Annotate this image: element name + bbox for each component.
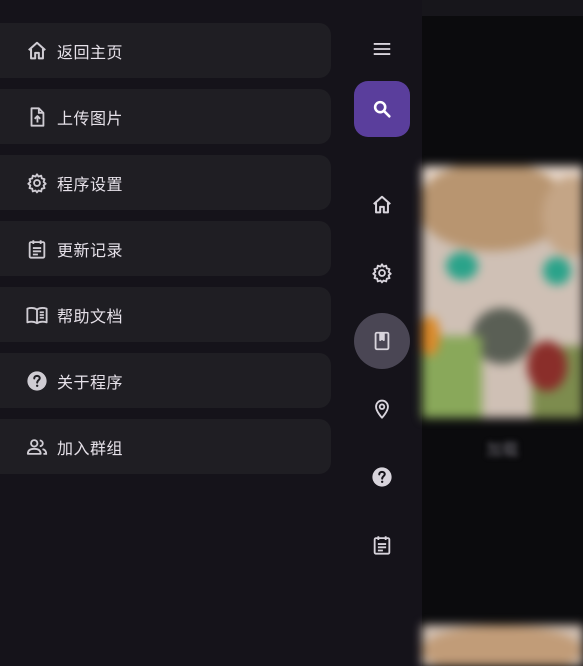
rail-location-button[interactable]	[354, 381, 410, 437]
drawer-item-label: 上传图片	[57, 108, 124, 128]
settings-gear-icon	[25, 171, 49, 195]
navigation-rail	[340, 0, 422, 666]
rail-help-button[interactable]	[354, 449, 410, 505]
calendar-list-icon	[371, 534, 393, 556]
file-upload-icon	[25, 105, 49, 129]
blurred-image-card-2	[422, 625, 583, 666]
content-top-strip	[422, 0, 583, 16]
drawer-item-label: 关于程序	[57, 372, 124, 392]
drawer-item-changelog[interactable]: 更新记录	[0, 221, 331, 276]
drawer-item-label: 加入群组	[57, 438, 124, 458]
bookmark-book-icon	[371, 330, 393, 352]
blurred-content-area: 加载	[422, 0, 583, 666]
calendar-list-icon	[25, 237, 49, 261]
search-button[interactable]	[354, 81, 410, 137]
blurred-image-card	[422, 166, 583, 418]
home-icon	[371, 194, 393, 216]
search-icon	[371, 98, 393, 120]
drawer-item-help-docs[interactable]: 帮助文档	[0, 287, 331, 342]
drawer-item-upload[interactable]: 上传图片	[0, 89, 331, 144]
drawer-item-join-group[interactable]: 加入群组	[0, 419, 331, 474]
drawer-item-label: 更新记录	[57, 240, 124, 260]
book-open-icon	[25, 303, 49, 327]
home-outline-icon	[25, 39, 49, 63]
rail-changelog-button[interactable]	[354, 517, 410, 573]
drawer-item-settings[interactable]: 程序设置	[0, 155, 331, 210]
rail-settings-button[interactable]	[354, 245, 410, 301]
menu-icon	[371, 38, 393, 60]
drawer-item-about[interactable]: 关于程序	[0, 353, 331, 408]
navigation-drawer: 返回主页 上传图片 程序设置 更新记录 帮助文档 关于程序 加入群组	[0, 0, 340, 666]
drawer-item-label: 返回主页	[57, 42, 124, 62]
help-circle-icon	[371, 466, 393, 488]
rail-docs-button[interactable]	[354, 313, 410, 369]
drawer-item-home[interactable]: 返回主页	[0, 23, 331, 78]
rail-home-button[interactable]	[354, 177, 410, 233]
drawer-item-label: 帮助文档	[57, 306, 124, 326]
image-caption: 加载	[486, 440, 519, 459]
drawer-item-label: 程序设置	[57, 174, 124, 194]
menu-button[interactable]	[354, 21, 410, 77]
settings-gear-icon	[371, 262, 393, 284]
help-circle-icon	[25, 369, 49, 393]
location-pin-icon	[371, 398, 393, 420]
group-people-icon	[25, 435, 49, 459]
